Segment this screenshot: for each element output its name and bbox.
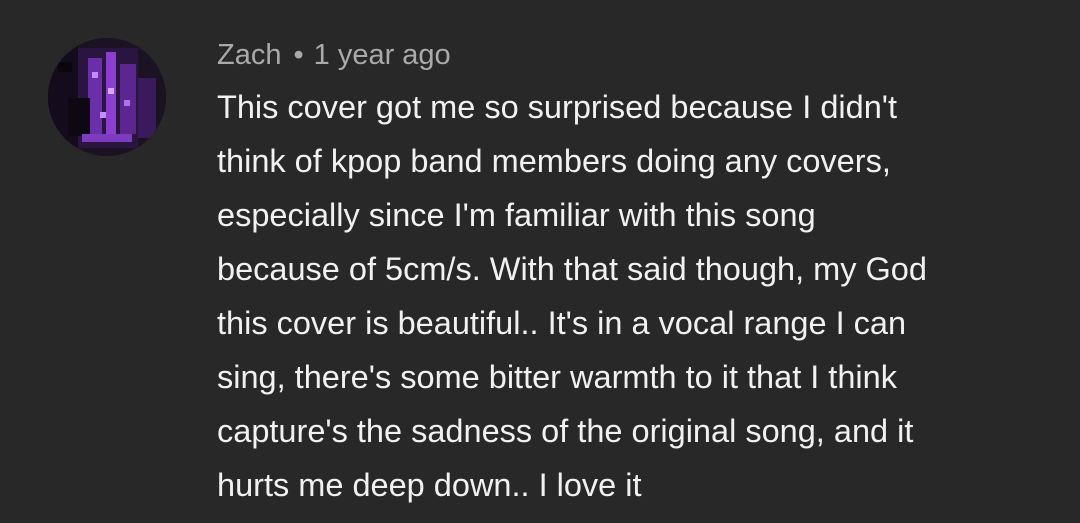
comment-timestamp[interactable]: 1 year ago: [314, 39, 451, 71]
separator-dot: •: [293, 39, 304, 71]
comment-item: Zach • 1 year ago This cover got me so sur…: [0, 0, 1080, 523]
comment-line: especially since I'm familiar with this …: [217, 197, 816, 233]
avatar-image: [48, 38, 166, 156]
comment-line: hurts me deep down.. I love it: [217, 467, 642, 503]
comment-header: Zach • 1 year ago: [217, 36, 451, 74]
comment-line: this cover is beautiful.. It's in a voca…: [217, 305, 907, 341]
comment-line: think of kpop band members doing any cov…: [217, 143, 891, 179]
comment-line: sing, there's some bitter warmth to it t…: [217, 359, 897, 395]
comment-text: This cover got me so surprised because I…: [217, 80, 1057, 512]
author-name[interactable]: Zach: [217, 39, 281, 71]
comment-line: This cover got me so surprised because I…: [217, 89, 898, 125]
comment-line: capture's the sadness of the original so…: [217, 413, 914, 449]
comment-line: because of 5cm/s. With that said though,…: [217, 251, 927, 287]
user-avatar-icon[interactable]: [48, 38, 166, 156]
